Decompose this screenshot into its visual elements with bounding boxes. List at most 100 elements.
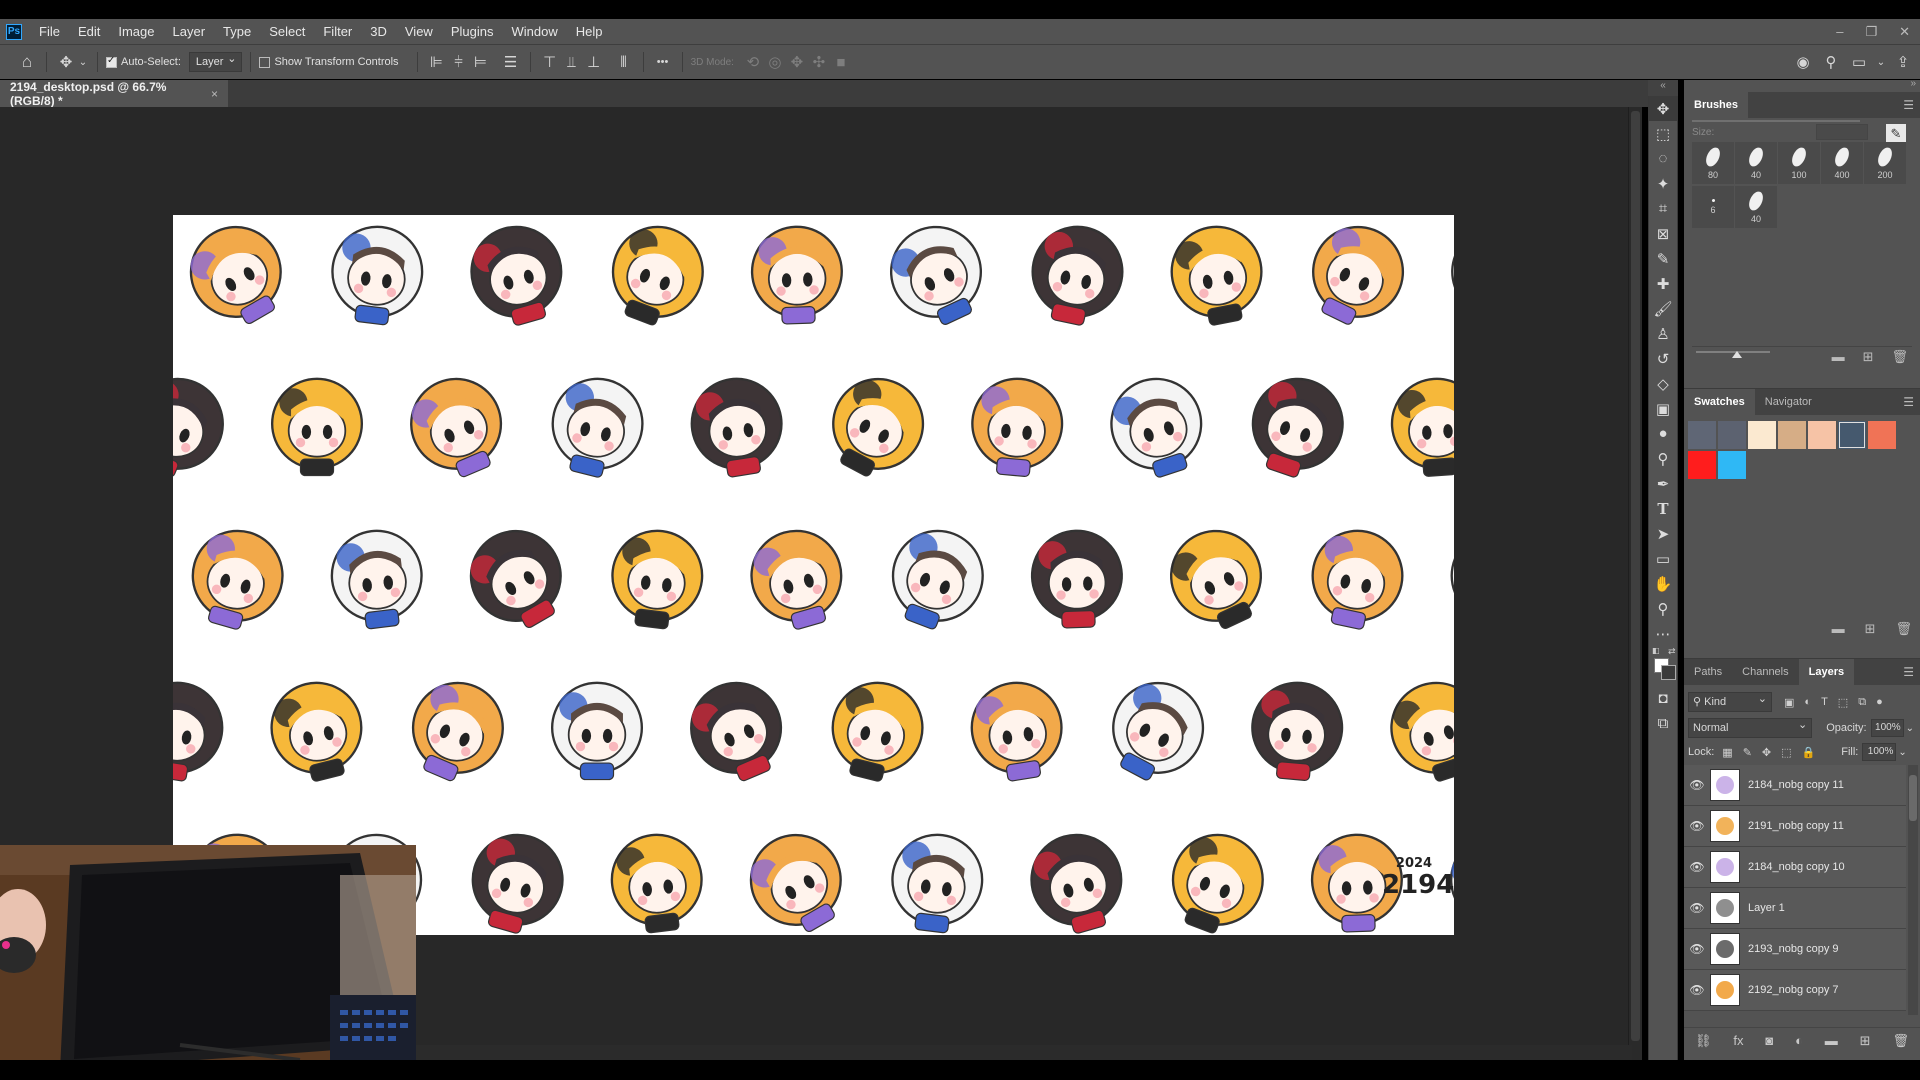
menu-window[interactable]: Window	[502, 19, 566, 44]
tab-layers[interactable]: Layers	[1798, 659, 1855, 685]
brush-size-slider[interactable]	[1692, 120, 1860, 122]
color-swatch[interactable]	[1688, 451, 1716, 479]
move-tool-icon[interactable]: ✥	[55, 51, 77, 73]
filter-shape-icon[interactable]: ⬚	[1838, 696, 1848, 709]
opacity-input[interactable]: 100%	[1870, 719, 1904, 737]
brush-tool-icon[interactable]: 🖌	[1649, 296, 1677, 321]
menu-file[interactable]: File	[30, 19, 69, 44]
vertical-scrollbar-thumb[interactable]	[1631, 111, 1640, 1041]
screen-mode-icon[interactable]: ⧉	[1649, 711, 1677, 736]
chevron-down-icon[interactable]: ⌄	[1876, 51, 1886, 73]
checkbox-unchecked-icon[interactable]	[259, 56, 271, 68]
chevron-down-icon[interactable]: ⌄	[1898, 747, 1906, 758]
chevron-down-icon[interactable]: ⌄	[1906, 723, 1914, 734]
menu-view[interactable]: View	[396, 19, 442, 44]
vertical-scrollbar[interactable]	[1628, 107, 1642, 1060]
align-top-icon[interactable]: ⊤	[539, 51, 561, 73]
tab-navigator[interactable]: Navigator	[1755, 389, 1822, 415]
color-swatch[interactable]	[1748, 421, 1776, 449]
share-user-icon[interactable]: ◉	[1792, 51, 1814, 73]
visibility-eye-icon[interactable]: 👁	[1684, 942, 1710, 956]
menu-type[interactable]: Type	[214, 19, 260, 44]
color-swatch[interactable]	[1688, 421, 1716, 449]
default-colors-icon[interactable]: ◧	[1652, 646, 1660, 655]
minimize-button[interactable]: –	[1836, 19, 1843, 44]
visibility-eye-icon[interactable]: 👁	[1684, 778, 1710, 792]
visibility-eye-icon[interactable]: 👁	[1684, 819, 1710, 833]
checkbox-checked-icon[interactable]	[106, 55, 117, 68]
color-swatches[interactable]: ◧ ⇄	[1649, 646, 1677, 686]
color-swatch[interactable]	[1718, 451, 1746, 479]
pen-tool-icon[interactable]: ✒	[1649, 471, 1677, 496]
filter-type-icon[interactable]: T	[1821, 696, 1828, 709]
layer-kind-filter[interactable]: ⚲ Kind	[1688, 690, 1772, 712]
color-swatch[interactable]	[1838, 421, 1866, 449]
layer-list-scrollbar-thumb[interactable]	[1909, 775, 1917, 821]
panel-menu-icon[interactable]: ☰	[1903, 98, 1914, 112]
delete-layer-icon[interactable]: 🗑	[1892, 1033, 1909, 1049]
path-selection-icon[interactable]: ➤	[1649, 521, 1677, 546]
marquee-tool-icon[interactable]: ⬚	[1649, 121, 1677, 146]
distribute-vertical-icon[interactable]: ☰	[500, 51, 522, 73]
new-layer-icon[interactable]: ⊞	[1860, 1033, 1871, 1049]
fill-input[interactable]: 100%	[1862, 743, 1897, 761]
close-window-button[interactable]: ✕	[1899, 19, 1910, 44]
eraser-tool-icon[interactable]: ◇	[1649, 371, 1677, 396]
color-swatch[interactable]	[1778, 421, 1806, 449]
lasso-tool-icon[interactable]: ◌	[1649, 146, 1677, 171]
brush-preset[interactable]: 400	[1821, 142, 1863, 184]
filter-adjustment-icon[interactable]: ◐	[1804, 696, 1811, 709]
visibility-eye-icon[interactable]: 👁	[1684, 983, 1710, 997]
background-color-swatch[interactable]	[1661, 665, 1676, 680]
lock-transparent-icon[interactable]: ▦	[1722, 746, 1732, 759]
menu-select[interactable]: Select	[260, 19, 314, 44]
menu-3d[interactable]: 3D	[361, 19, 396, 44]
adjustment-layer-icon[interactable]: ◐	[1795, 1033, 1803, 1048]
layer-row[interactable]: 👁 2184_nobg copy 10	[1684, 847, 1906, 888]
gradient-tool-icon[interactable]: ▣	[1649, 396, 1677, 421]
close-tab-icon[interactable]: ×	[211, 87, 218, 101]
document-tab[interactable]: 2194_desktop.psd @ 66.7% (RGB/8) * ×	[0, 80, 228, 108]
tab-brushes[interactable]: Brushes	[1684, 92, 1749, 118]
panels-collapse-icon[interactable]: »	[1910, 78, 1916, 89]
stamp-tool-icon[interactable]: ♙	[1649, 321, 1677, 346]
align-middle-icon[interactable]: ⫫	[561, 51, 583, 73]
panel-menu-icon[interactable]: ☰	[1903, 665, 1914, 679]
layer-mask-icon[interactable]: ◙	[1765, 1033, 1773, 1048]
menu-layer[interactable]: Layer	[164, 19, 215, 44]
lock-pixels-icon[interactable]: ✎	[1743, 746, 1752, 759]
new-brush-icon[interactable]: ⊞	[1863, 349, 1874, 365]
color-swatch[interactable]	[1718, 421, 1746, 449]
eyedropper-icon[interactable]: ✎	[1649, 246, 1677, 271]
brush-preset[interactable]: 200	[1864, 142, 1906, 184]
layer-row[interactable]: 👁 2192_nobg copy 7	[1684, 970, 1906, 1011]
healing-brush-icon[interactable]: ✚	[1649, 271, 1677, 296]
crop-tool-icon[interactable]: ⌗	[1649, 196, 1677, 221]
delete-swatch-icon[interactable]: 🗑	[1895, 621, 1912, 637]
filter-pixel-icon[interactable]: ▣	[1784, 696, 1794, 709]
chevron-down-icon[interactable]: ⌄	[77, 51, 89, 73]
search-icon[interactable]: ⚲	[1820, 51, 1842, 73]
share-icon[interactable]: ⇪	[1892, 51, 1914, 73]
document-canvas[interactable]: 2024 2194	[173, 215, 1454, 935]
zoom-tool-icon[interactable]: ⚲	[1649, 596, 1677, 621]
menu-filter[interactable]: Filter	[314, 19, 361, 44]
menu-edit[interactable]: Edit	[69, 19, 109, 44]
brush-preview-size-thumb[interactable]	[1732, 351, 1742, 358]
type-tool-icon[interactable]: T	[1649, 496, 1677, 521]
distribute-horizontal-icon[interactable]: ⫴	[613, 51, 635, 73]
dodge-tool-icon[interactable]: ⚲	[1649, 446, 1677, 471]
lock-position-icon[interactable]: ✥	[1762, 746, 1771, 759]
link-layers-icon[interactable]: ⛓	[1695, 1033, 1712, 1049]
lock-all-icon[interactable]: 🔒	[1802, 746, 1816, 759]
home-icon[interactable]: ⌂	[16, 51, 38, 73]
layer-row[interactable]: 👁 Layer 1	[1684, 888, 1906, 929]
brush-preset[interactable]: 40	[1735, 186, 1777, 228]
delete-brush-icon[interactable]: 🗑	[1891, 349, 1908, 365]
quick-mask-icon[interactable]: ◘	[1649, 686, 1677, 711]
tab-channels[interactable]: Channels	[1732, 659, 1798, 685]
workspace-icon[interactable]: ▭	[1848, 51, 1870, 73]
menu-help[interactable]: Help	[567, 19, 612, 44]
magic-wand-icon[interactable]: ✦	[1649, 171, 1677, 196]
history-brush-icon[interactable]: ↺	[1649, 346, 1677, 371]
